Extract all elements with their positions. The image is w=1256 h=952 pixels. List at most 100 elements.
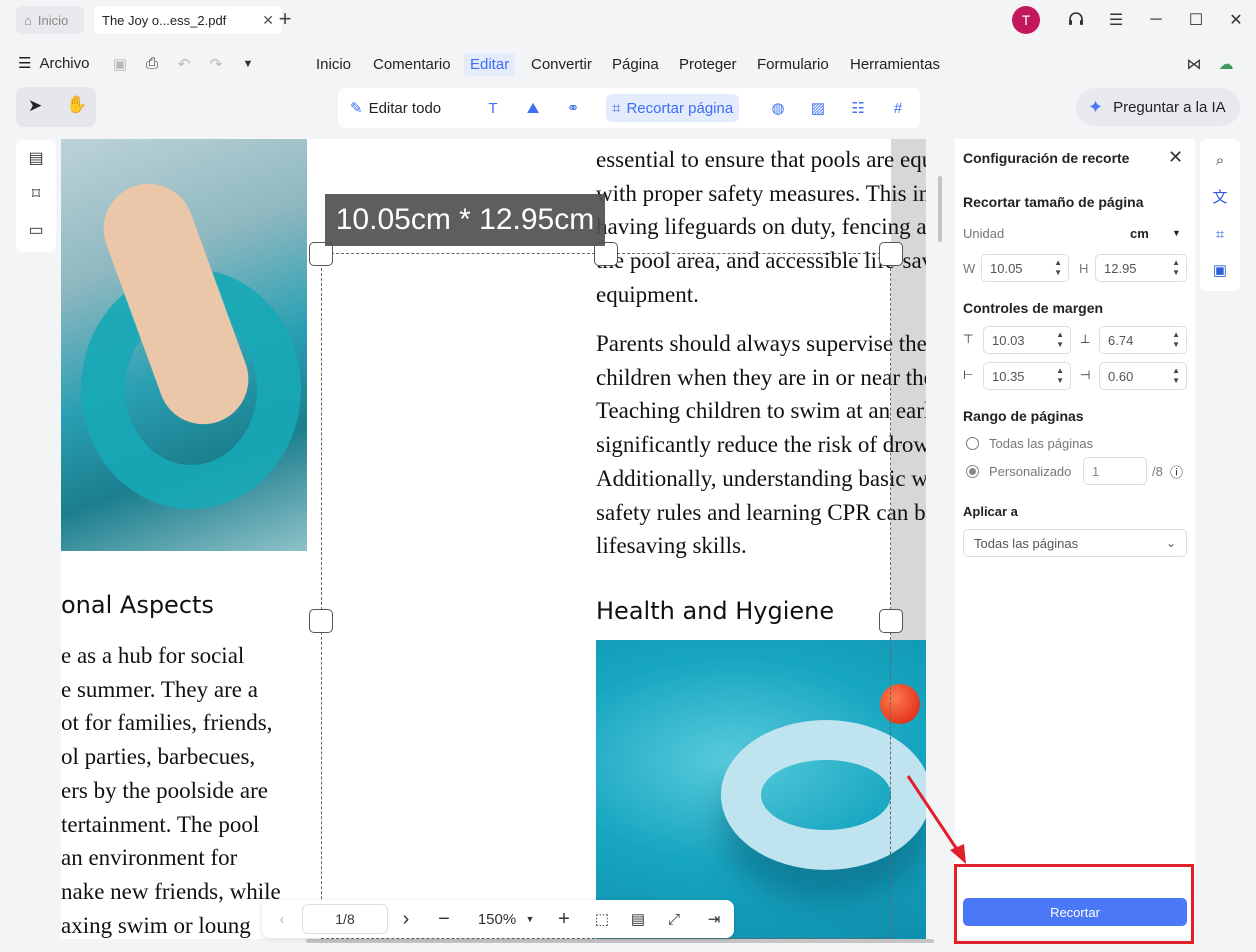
save-icon[interactable]: ▣ bbox=[110, 55, 130, 73]
fullscreen-icon[interactable]: ⤢ bbox=[662, 900, 686, 938]
stepper-icon[interactable]: ▲ ▼ bbox=[1056, 330, 1064, 350]
menu-convertir[interactable]: Convertir bbox=[525, 53, 598, 76]
margin-top-input[interactable]: 10.03 ▲ ▼ bbox=[983, 326, 1071, 354]
height-input[interactable]: 12.95 ▲ ▼ bbox=[1095, 254, 1187, 282]
margin-right-input[interactable]: 0.60 ▲ ▼ bbox=[1099, 362, 1187, 390]
undo-icon[interactable]: ↶ bbox=[174, 55, 194, 73]
fit-page-icon[interactable]: ⬚ bbox=[590, 900, 614, 938]
hand-tool-icon[interactable]: ✋ bbox=[66, 95, 87, 115]
margin-top-value: 10.03 bbox=[992, 332, 1025, 348]
menu-icon[interactable]: ☰ bbox=[1104, 8, 1128, 32]
edit-all-button[interactable]: ✎ Editar todo bbox=[344, 94, 447, 122]
minimize-icon[interactable]: ─ bbox=[1144, 8, 1168, 32]
menu-inicio[interactable]: Inicio bbox=[310, 53, 357, 76]
margin-right-value: 0.60 bbox=[1108, 368, 1134, 384]
add-link-icon[interactable]: ⚭ bbox=[562, 97, 584, 119]
thumbnails-icon[interactable]: ▤ bbox=[24, 146, 48, 170]
width-label: W bbox=[963, 261, 976, 276]
margin-left-icon: ⊢ bbox=[963, 368, 974, 382]
redo-icon[interactable]: ↷ bbox=[206, 55, 226, 73]
close-window-icon[interactable]: ✕ bbox=[1224, 8, 1248, 32]
header-footer-icon[interactable]: ☷ bbox=[847, 97, 869, 119]
bookmark-icon[interactable]: ⌑ bbox=[24, 182, 48, 206]
stepper-icon[interactable]: ▲ ▼ bbox=[1172, 258, 1180, 278]
menu-formulario[interactable]: Formulario bbox=[751, 53, 835, 76]
collapse-icon[interactable]: ⇥ bbox=[702, 900, 726, 938]
unit-dropdown-icon[interactable]: ▼ bbox=[1172, 228, 1181, 238]
background-icon[interactable]: ▨ bbox=[807, 97, 829, 119]
margin-left-input[interactable]: 10.35 ▲ ▼ bbox=[983, 362, 1071, 390]
zoom-level[interactable]: 150% bbox=[472, 900, 522, 938]
crop-box[interactable] bbox=[321, 253, 891, 939]
crop-handle-right[interactable] bbox=[879, 609, 903, 633]
crop-handle-left[interactable] bbox=[309, 609, 333, 633]
menu-pagina[interactable]: Página bbox=[606, 53, 665, 76]
share-icon[interactable]: ⋈ bbox=[1184, 55, 1204, 73]
print-icon[interactable]: ⎙ bbox=[142, 55, 162, 72]
menu-herramientas[interactable]: Herramientas bbox=[844, 53, 946, 76]
apply-to-value: Todas las páginas bbox=[974, 535, 1079, 551]
ocr-icon[interactable]: ▣ bbox=[1208, 258, 1232, 282]
tab-home[interactable]: ⌂ Inicio bbox=[16, 6, 84, 34]
text-line: an environment for bbox=[61, 845, 238, 871]
edit-all-label: Editar todo bbox=[368, 99, 442, 117]
all-pages-radio[interactable] bbox=[966, 437, 979, 450]
unit-select[interactable]: cm bbox=[1130, 226, 1149, 241]
tab-document[interactable]: The Joy o...ess_2.pdf ✕ bbox=[94, 6, 282, 34]
new-tab-icon[interactable]: + bbox=[276, 6, 294, 32]
pool-photo-1 bbox=[61, 139, 307, 551]
prev-page-icon[interactable]: ‹ bbox=[270, 900, 294, 938]
width-input[interactable]: 10.05 ▲ ▼ bbox=[981, 254, 1069, 282]
custom-pages-label: Personalizado bbox=[989, 464, 1072, 479]
margin-bottom-input[interactable]: 6.74 ▲ ▼ bbox=[1099, 326, 1187, 354]
search-icon[interactable]: ⌕ bbox=[1208, 148, 1232, 172]
page-total: /8 bbox=[1152, 464, 1163, 479]
horizontal-scrollbar[interactable] bbox=[306, 939, 934, 943]
page-size-section: Recortar tamaño de página bbox=[963, 194, 1144, 210]
page-view-icon[interactable]: ▤ bbox=[626, 900, 650, 938]
menu-editar[interactable]: Editar bbox=[464, 53, 516, 76]
watermark-icon[interactable]: ◍ bbox=[767, 97, 789, 119]
comments-icon[interactable]: ▭ bbox=[24, 218, 48, 242]
headset-icon[interactable] bbox=[1064, 8, 1088, 32]
apply-to-section: Aplicar a bbox=[963, 504, 1018, 519]
stepper-icon[interactable]: ▲ ▼ bbox=[1056, 366, 1064, 386]
info-icon[interactable]: ⓘ bbox=[1170, 462, 1183, 481]
text-line: e summer. They are a bbox=[61, 676, 258, 702]
next-page-icon[interactable]: › bbox=[394, 900, 418, 938]
select-tool-icon[interactable]: ➤ bbox=[28, 96, 42, 116]
bates-number-icon[interactable]: # bbox=[887, 97, 909, 119]
custom-pages-radio[interactable] bbox=[966, 465, 979, 478]
stepper-icon[interactable]: ▲ ▼ bbox=[1172, 366, 1180, 386]
cloud-sync-icon[interactable]: ☁ bbox=[1216, 55, 1236, 73]
avatar[interactable]: T bbox=[1012, 6, 1040, 34]
zoom-in-icon[interactable]: + bbox=[552, 900, 576, 938]
stepper-icon[interactable]: ▲ ▼ bbox=[1172, 330, 1180, 350]
quick-access-dropdown-icon[interactable]: ▼ bbox=[238, 58, 258, 70]
crop-page-button[interactable]: ⌗ Recortar página bbox=[606, 94, 740, 122]
crop-handle-top-right[interactable] bbox=[879, 242, 903, 266]
vertical-scrollbar[interactable] bbox=[938, 176, 942, 242]
zoom-dropdown-icon[interactable]: ▼ bbox=[522, 900, 538, 938]
close-panel-icon[interactable]: ✕ bbox=[1168, 147, 1183, 168]
maximize-icon[interactable]: ☐ bbox=[1184, 8, 1208, 32]
menu-proteger[interactable]: Proteger bbox=[673, 53, 743, 76]
translate-icon[interactable]: 文 bbox=[1208, 184, 1232, 208]
zoom-out-icon[interactable]: − bbox=[432, 900, 456, 938]
height-value: 12.95 bbox=[1104, 260, 1137, 276]
file-menu[interactable]: ☰ Archivo bbox=[18, 54, 89, 73]
close-tab-icon[interactable]: ✕ bbox=[262, 12, 274, 29]
page-number-input[interactable]: 1/8 bbox=[302, 904, 388, 934]
custom-pages-input[interactable]: 1 bbox=[1083, 457, 1147, 485]
width-value: 10.05 bbox=[990, 260, 1023, 276]
add-image-icon[interactable]: ⛰ bbox=[522, 97, 544, 119]
apply-to-select[interactable]: Todas las páginas ⌄ bbox=[963, 529, 1187, 557]
stepper-icon[interactable]: ▲ ▼ bbox=[1054, 258, 1062, 278]
crop-tool-icon[interactable]: ⌗ bbox=[1208, 222, 1232, 246]
page-range-section: Rango de páginas bbox=[963, 408, 1084, 424]
text-line: nake new friends, while bbox=[61, 878, 281, 904]
add-text-icon[interactable]: T bbox=[482, 97, 504, 119]
menu-comentario[interactable]: Comentario bbox=[367, 53, 457, 76]
crop-button[interactable]: Recortar bbox=[963, 898, 1187, 926]
ask-ai-button[interactable]: ✦ Preguntar a la IA bbox=[1076, 88, 1240, 126]
